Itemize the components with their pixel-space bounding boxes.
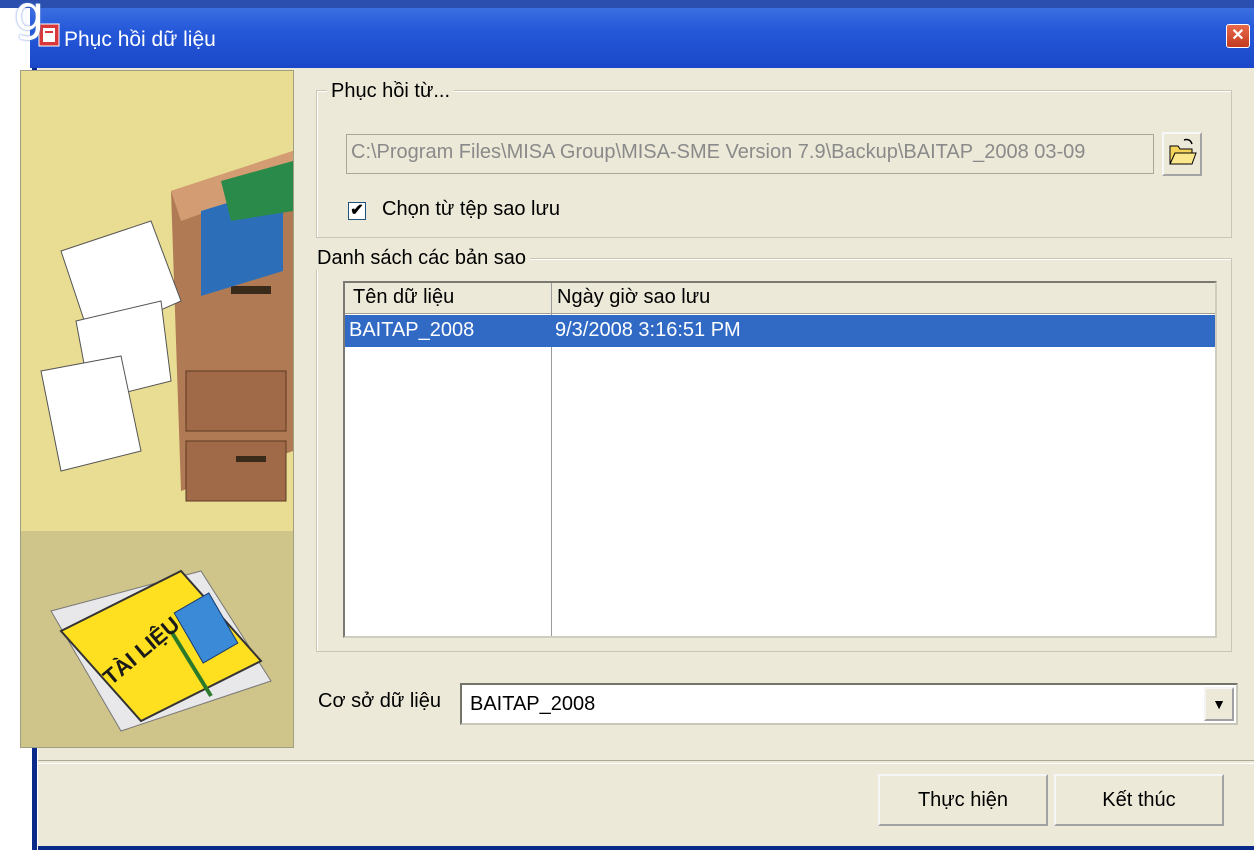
column-header-datetime[interactable]: Ngày giờ sao lưu [557,286,710,309]
browse-button[interactable] [1162,132,1202,176]
divider [38,760,1254,764]
top-strip [0,0,1254,8]
backup-path-field[interactable]: C:\Program Files\MISA Group\MISA-SME Ver… [346,134,1154,174]
close-icon: ✕ [1231,27,1245,44]
backup-list[interactable]: Tên dữ liệu Ngày giờ sao lưu BAITAP_2008… [343,281,1217,638]
database-label: Cơ sở dữ liệu [318,690,441,712]
row-name: BAITAP_2008 [349,319,475,341]
backup-list-label: Danh sách các bản sao [313,247,531,270]
folder-open-icon [1169,138,1197,165]
list-header: Tên dữ liệu Ngày giờ sao lưu [345,283,1215,314]
illustration-image: TÀI LIỆU [21,71,293,747]
column-header-name[interactable]: Tên dữ liệu [353,286,454,309]
database-value: BAITAP_2008 [470,693,596,715]
restore-from-label: Phục hồi từ... [327,80,455,103]
window-title: Phục hồi dữ liệu [64,28,216,51]
database-select[interactable]: BAITAP_2008 ▼ [460,683,1238,725]
choose-from-backup-label: Chọn từ tệp sao lưu [382,198,560,220]
overlay-glyph: g [14,0,45,42]
window-bottom-border [38,846,1254,850]
dropdown-arrow-icon[interactable]: ▼ [1204,687,1234,721]
close-button[interactable]: ✕ [1226,24,1250,48]
row-datetime: 9/3/2008 3:16:51 PM [555,319,741,341]
finish-button[interactable]: Kết thúc [1054,774,1224,826]
choose-from-backup-checkbox[interactable]: ✔ [348,202,366,220]
execute-button[interactable]: Thực hiện [878,774,1048,826]
illustration-panel: TÀI LIỆU [20,70,294,748]
restore-dialog: Phục hồi dữ liệu ✕ TÀI LIỆU Phục hồi từ.… [0,0,1254,850]
table-row[interactable]: BAITAP_2008 9/3/2008 3:16:51 PM [345,315,1215,347]
